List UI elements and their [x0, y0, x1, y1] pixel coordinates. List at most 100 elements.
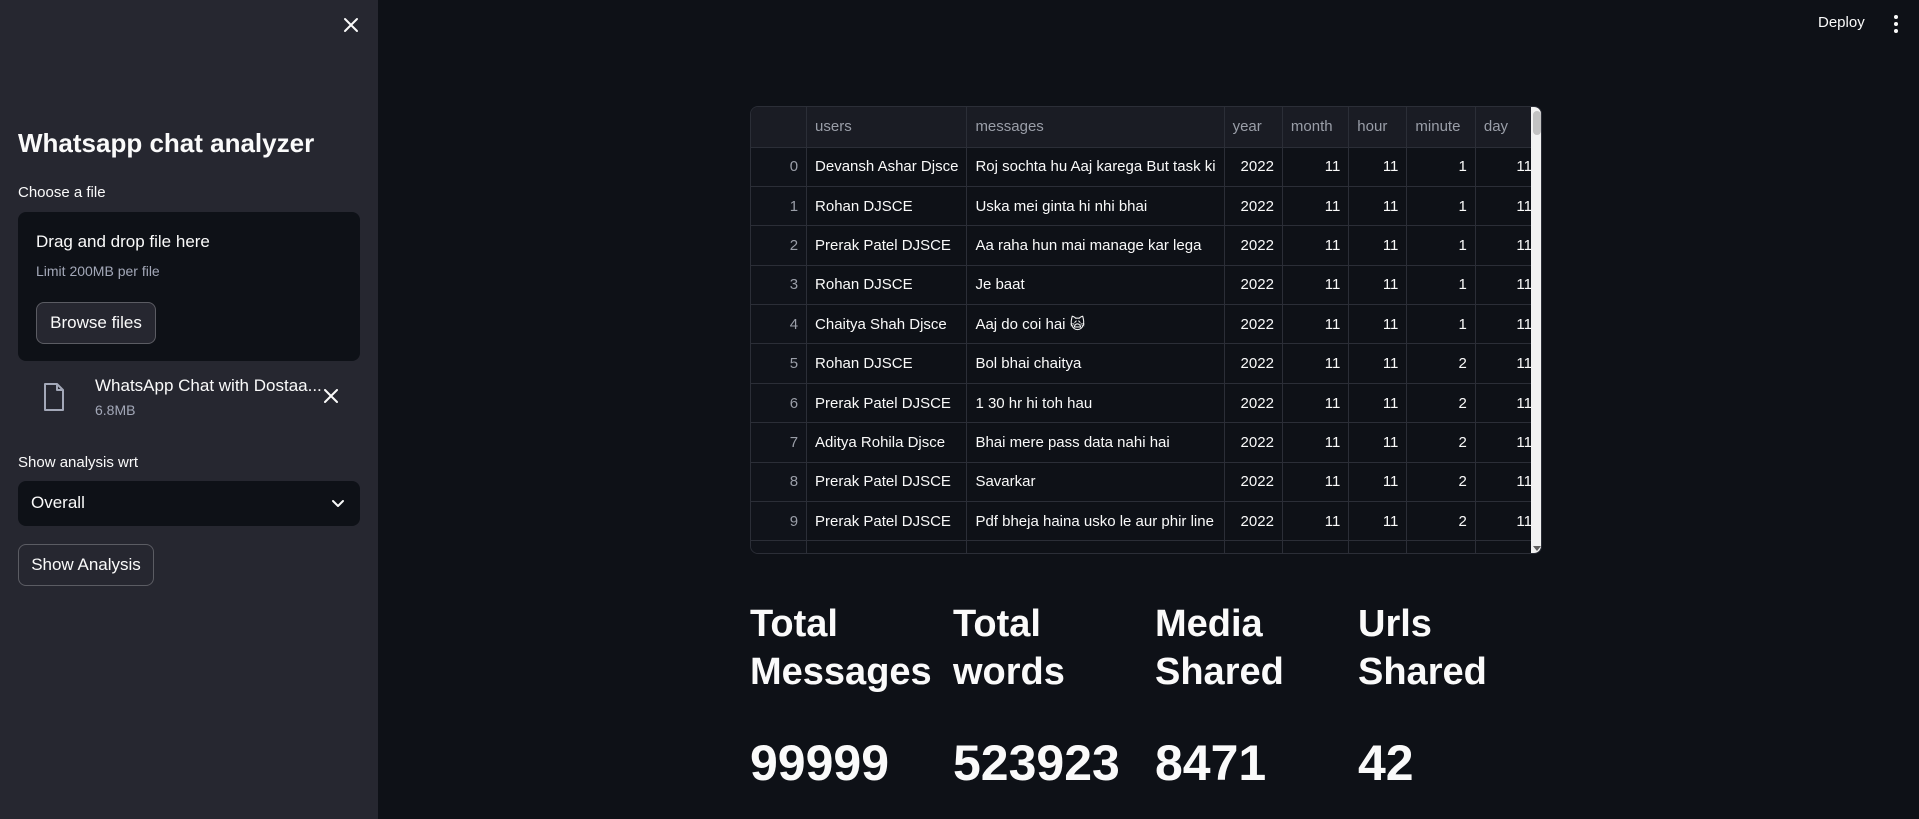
cell-users[interactable]: Prerak Patel DJSCE	[806, 225, 968, 266]
cell-month[interactable]: 11	[1282, 147, 1350, 187]
column-header-messages[interactable]: messages	[966, 107, 1225, 148]
cell-year[interactable]: 2022	[1224, 383, 1283, 424]
cell-month[interactable]: 11	[1282, 304, 1350, 345]
cell-minute[interactable]: 1	[1406, 225, 1476, 266]
file-dropzone[interactable]: Drag and drop file here Limit 200MB per …	[18, 212, 360, 361]
cell-year[interactable]: 2022	[1224, 265, 1283, 306]
kebab-menu-icon[interactable]	[1890, 14, 1902, 34]
table-row[interactable]: 1 Rohan DJSCE Uska mei ginta hi nhi bhai 20…	[751, 186, 1541, 227]
browse-files-button[interactable]: Browse files	[36, 302, 156, 344]
cell-users[interactable]: Rohan DJSCE	[806, 343, 968, 384]
deploy-button[interactable]: Deploy	[1818, 14, 1865, 31]
cell-month[interactable]: 11	[1282, 343, 1350, 384]
cell-users[interactable]: Chaitya Shah Djsce	[806, 304, 968, 345]
cell-month[interactable]: 11	[1282, 462, 1350, 503]
cell-month[interactable]: 11	[1282, 265, 1350, 306]
row-index[interactable]: 0	[751, 147, 808, 187]
cell-year[interactable]: 2022	[1224, 147, 1283, 187]
cell-hour[interactable]: 11	[1348, 422, 1408, 463]
table-row[interactable]: 4 Chaitya Shah Djsce Aaj do coi hai 🙀 2022 1…	[751, 304, 1541, 345]
cell-month[interactable]: 11	[1282, 501, 1350, 542]
table-row[interactable]: 6 Prerak Patel DJSCE 1 30 hr hi toh hau 202…	[751, 383, 1541, 424]
cell-minute[interactable]: 1	[1406, 304, 1476, 345]
cell-messages[interactable]: Pdf bheja haina usko le aur phir line	[966, 501, 1225, 542]
cell-minute[interactable]: 2	[1406, 422, 1476, 463]
cell-users[interactable]: Devansh Ashar Djsce	[806, 147, 968, 187]
cell-month[interactable]: 11	[1282, 225, 1350, 266]
cell-month[interactable]: 11	[1282, 186, 1350, 227]
row-index[interactable]: 3	[751, 265, 808, 306]
cell-users[interactable]: Prerak Patel DJSCE	[806, 462, 968, 503]
cell-messages[interactable]: Bhai mere pass data nahi hai	[966, 422, 1225, 463]
column-header-month[interactable]: month	[1282, 107, 1350, 148]
row-index[interactable]: 9	[751, 501, 808, 542]
row-index[interactable]: 5	[751, 343, 808, 384]
row-index[interactable]: 6	[751, 383, 808, 424]
cell-year[interactable]: 2022	[1224, 343, 1283, 384]
column-header-hour[interactable]: hour	[1348, 107, 1408, 148]
cell-hour[interactable]: 11	[1348, 501, 1408, 542]
table-row[interactable]: 9 Prerak Patel DJSCE Pdf bheja haina usko …	[751, 501, 1541, 542]
cell-minute[interactable]: 1	[1406, 147, 1476, 187]
cell-year[interactable]: 2022	[1224, 422, 1283, 463]
cell-minute[interactable]: 2	[1406, 462, 1476, 503]
cell-hour[interactable]: 11	[1348, 462, 1408, 503]
row-index[interactable]: 1	[751, 186, 808, 227]
cell-users[interactable]: Aditya Rohila Djsce	[806, 422, 968, 463]
table-row[interactable]: 8 Prerak Patel DJSCE Savarkar 2022 11 11 2 11	[751, 462, 1541, 503]
cell-messages[interactable]: Uska mei ginta hi nhi bhai	[966, 186, 1225, 227]
scroll-down-icon[interactable]	[1533, 546, 1541, 551]
cell-messages[interactable]: Je baat	[966, 265, 1225, 306]
cell-messages[interactable]: Aaj do coi hai 🙀	[966, 304, 1225, 345]
column-header-users[interactable]: users	[806, 107, 968, 148]
cell-year[interactable]: 2022	[1224, 225, 1283, 266]
cell-year[interactable]: 2022	[1224, 304, 1283, 345]
sidebar-close-button[interactable]	[338, 12, 364, 38]
cell-minute[interactable]: 1	[1406, 186, 1476, 227]
dataframe-table[interactable]: users messages year month hour minute day 0 Dev…	[750, 106, 1542, 554]
table-row[interactable]: 3 Rohan DJSCE Je baat 2022 11 11 1 11	[751, 265, 1541, 306]
table-row[interactable]: 0 Devansh Ashar Djsce Roj sochta hu Aaj ka…	[751, 147, 1541, 187]
cell-month[interactable]: 11	[1282, 383, 1350, 424]
cell-hour[interactable]: 11	[1348, 383, 1408, 424]
column-header-year[interactable]: year	[1224, 107, 1283, 148]
cell-messages[interactable]: Aa raha hun mai manage kar lega	[966, 225, 1225, 266]
row-index[interactable]: 4	[751, 304, 808, 345]
cell-users[interactable]: Prerak Patel DJSCE	[806, 501, 968, 542]
cell-hour[interactable]: 11	[1348, 147, 1408, 187]
row-index[interactable]: 7	[751, 422, 808, 463]
table-scrollbar[interactable]	[1531, 107, 1541, 553]
cell-messages[interactable]: Bol bhai chaitya	[966, 343, 1225, 384]
cell-messages[interactable]: 1 30 hr hi toh hau	[966, 383, 1225, 424]
remove-file-button[interactable]	[318, 383, 344, 409]
column-header-minute[interactable]: minute	[1406, 107, 1476, 148]
table-row[interactable]: 2 Prerak Patel DJSCE Aa raha hun mai manag…	[751, 225, 1541, 266]
cell-minute[interactable]: 2	[1406, 501, 1476, 542]
cell-minute[interactable]: 1	[1406, 265, 1476, 306]
cell-hour[interactable]: 11	[1348, 304, 1408, 345]
index-header[interactable]	[751, 107, 808, 148]
cell-users[interactable]: Rohan DJSCE	[806, 265, 968, 306]
table-row[interactable]: 5 Rohan DJSCE Bol bhai chaitya 2022 11 11 2 11	[751, 343, 1541, 384]
cell-minute[interactable]: 2	[1406, 383, 1476, 424]
cell-minute[interactable]: 2	[1406, 343, 1476, 384]
cell-messages[interactable]: Roj sochta hu Aaj karega But task ki	[966, 147, 1225, 187]
row-index[interactable]: 2	[751, 225, 808, 266]
cell-users[interactable]: Rohan DJSCE	[806, 186, 968, 227]
cell-hour[interactable]: 11	[1348, 343, 1408, 384]
cell-month[interactable]: 11	[1282, 422, 1350, 463]
cell-year[interactable]: 2022	[1224, 186, 1283, 227]
cell-messages[interactable]: Savarkar	[966, 462, 1225, 503]
table-cell	[751, 540, 808, 553]
cell-hour[interactable]: 11	[1348, 225, 1408, 266]
cell-hour[interactable]: 11	[1348, 265, 1408, 306]
scrollbar-thumb[interactable]	[1533, 111, 1541, 135]
cell-hour[interactable]: 11	[1348, 186, 1408, 227]
row-index[interactable]: 8	[751, 462, 808, 503]
table-row[interactable]: 7 Aditya Rohila Djsce Bhai mere pass data …	[751, 422, 1541, 463]
analysis-select[interactable]: Overall	[18, 481, 360, 526]
cell-users[interactable]: Prerak Patel DJSCE	[806, 383, 968, 424]
cell-year[interactable]: 2022	[1224, 501, 1283, 542]
cell-year[interactable]: 2022	[1224, 462, 1283, 503]
show-analysis-button[interactable]: Show Analysis	[18, 544, 154, 586]
